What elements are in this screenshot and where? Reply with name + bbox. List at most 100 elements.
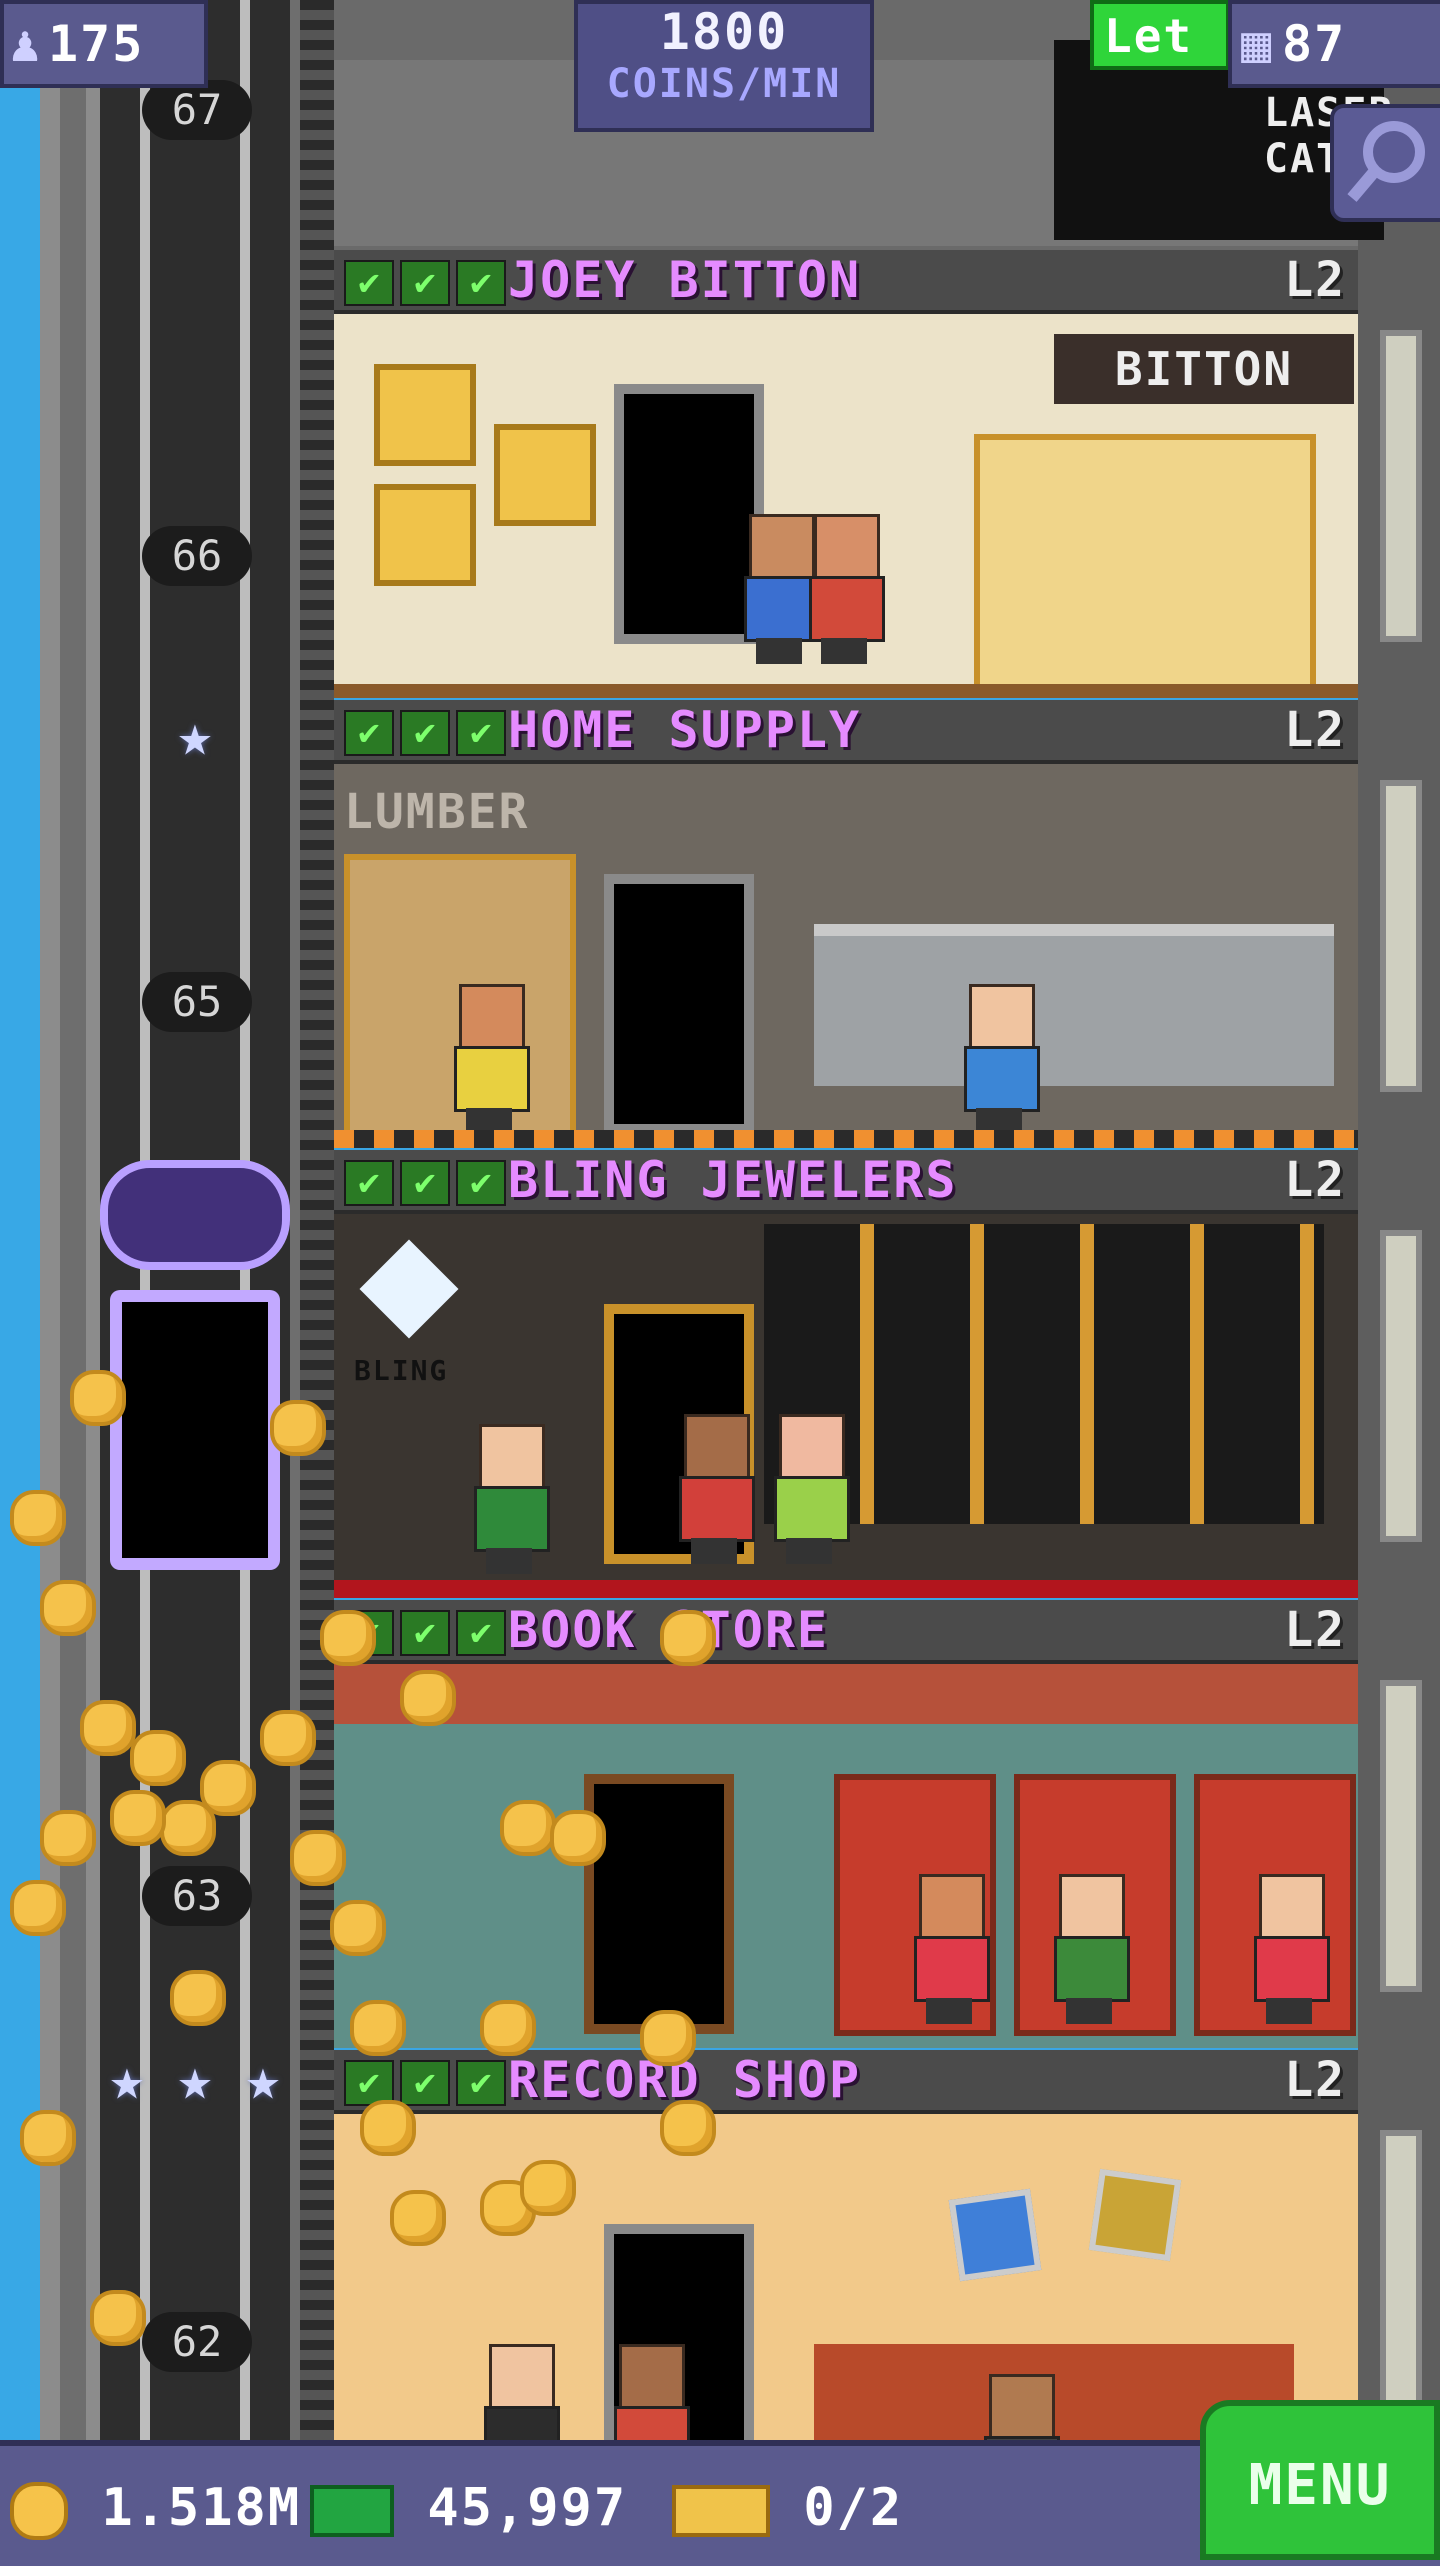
checkmark-icon: ✔ [400, 710, 450, 756]
room-interior[interactable]: BLING [334, 1214, 1358, 1598]
magnifier-icon [1347, 121, 1425, 202]
bitizen[interactable] [454, 984, 530, 1134]
window-slot [1380, 1680, 1422, 1992]
bux-value: 45,997 [427, 2478, 628, 2538]
elevator-car[interactable] [110, 1290, 280, 1570]
floor-header: ✔ ✔ ✔ RECORD SHOP L2 [334, 2050, 1358, 2114]
lets-tag[interactable]: Let [1090, 0, 1230, 70]
population-value: 175 [48, 15, 145, 73]
checkmark-icon: ✔ [456, 1160, 506, 1206]
shaft-ladder [300, 0, 334, 2440]
bitizen[interactable] [614, 2344, 690, 2440]
floor-count-counter[interactable]: ▦ 87 [1228, 0, 1440, 88]
floor-header: ✔ ✔ ✔ HOME SUPPLY L2 [334, 700, 1358, 764]
bitizen[interactable] [744, 514, 820, 664]
coin-rate-value: 1800 [659, 3, 789, 61]
elevator-floor-number[interactable]: 67 [142, 80, 252, 140]
bux-icon [310, 2485, 394, 2537]
tickets-value: 0/2 [803, 2478, 904, 2538]
ticket-icon [672, 2485, 770, 2537]
elevator-floor-number[interactable]: 62 [142, 2312, 252, 2372]
floor-level: L2 [1284, 1152, 1346, 1208]
bitizen[interactable] [774, 1414, 850, 1564]
sky-background [0, 0, 40, 2440]
floor-bling-jewelers[interactable]: ✔ ✔ ✔ BLING JEWELERS L2 BLING [334, 1150, 1358, 1600]
album-frame [948, 2188, 1042, 2282]
bitizen[interactable] [809, 514, 885, 664]
store-sign: LUMBER [344, 784, 530, 840]
room-interior[interactable] [334, 2114, 1358, 2440]
menu-button[interactable]: MENU [1200, 2400, 1440, 2560]
star-icon: ★ [245, 2045, 281, 2113]
bitizen[interactable] [984, 2374, 1060, 2440]
floor-level: L2 [1284, 2052, 1346, 2108]
search-button[interactable] [1330, 104, 1440, 222]
handbag-display [494, 424, 596, 526]
floor-book-store[interactable]: ✔ ✔ ✔ BOOK STORE L2 [334, 1600, 1358, 2050]
floor-level: L2 [1284, 252, 1346, 308]
coins-value: 1.518M [101, 2478, 302, 2538]
people-icon: ♟ [9, 15, 43, 73]
bitizen[interactable] [1054, 1874, 1130, 2024]
bitizen[interactable] [484, 2344, 560, 2440]
diamond-icon [359, 1239, 459, 1339]
checkmark-icon: ✔ [400, 2060, 450, 2106]
bitizen[interactable] [1254, 1874, 1330, 2024]
floor-level: L2 [1284, 702, 1346, 758]
population-counter[interactable]: ♟ 175 [0, 0, 208, 88]
checkmark-icon: ✔ [400, 1610, 450, 1656]
bitizen[interactable] [964, 984, 1040, 1134]
floor-home-supply[interactable]: ✔ ✔ ✔ HOME SUPPLY L2 LUMBER [334, 700, 1358, 1150]
floor-joey-bitton[interactable]: ✔ ✔ ✔ JOEY BITTON L2 BITTON [334, 250, 1358, 700]
room-interior[interactable]: BITTON [334, 314, 1358, 698]
checkmark-icon: ✔ [344, 710, 394, 756]
floor-record-shop[interactable]: ✔ ✔ ✔ RECORD SHOP L2 [334, 2050, 1358, 2440]
handbag-display [374, 484, 476, 586]
window-slot [1380, 2130, 1422, 2442]
floor-header: ✔ ✔ ✔ JOEY BITTON L2 [334, 250, 1358, 314]
star-icon: ★ [177, 701, 213, 769]
floor-name: BLING JEWELERS [508, 1151, 958, 1209]
room-door [604, 874, 754, 1134]
tickets-counter[interactable]: 0/2 [672, 2476, 903, 2540]
checkmark-icon: ✔ [456, 1610, 506, 1656]
vip-elevator-car[interactable] [100, 1160, 290, 1640]
window-slot [1380, 1230, 1422, 1542]
floor-count-value: 87 [1282, 15, 1347, 73]
coin-rate-banner: 1800 COINS/MIN [574, 0, 874, 132]
floor-level: L2 [1284, 1602, 1346, 1658]
checkmark-icon: ✔ [344, 260, 394, 306]
elevator-floor-number[interactable]: 63 [142, 1866, 252, 1926]
floor-name: HOME SUPPLY [508, 701, 862, 759]
elevator-floor-number[interactable]: 65 [142, 972, 252, 1032]
checkmark-icon: ✔ [456, 710, 506, 756]
bitizen[interactable] [474, 1424, 550, 1574]
checkmark-icon: ✔ [456, 2060, 506, 2106]
room-interior[interactable]: LUMBER [334, 764, 1358, 1148]
handbag-display [374, 364, 476, 466]
room-door [584, 1774, 734, 2034]
checkmark-icon: ✔ [400, 1160, 450, 1206]
bitizen[interactable] [914, 1874, 990, 2024]
window-slot [1380, 330, 1422, 642]
checkmark-icon: ✔ [456, 260, 506, 306]
coin-icon [10, 2482, 68, 2540]
elevator-floor-number[interactable]: 66 [142, 526, 252, 586]
checkmark-icon: ✔ [400, 260, 450, 306]
floor-name: JOEY BITTON [508, 251, 862, 309]
star-icon: ★ [109, 2045, 145, 2113]
bitizen[interactable] [679, 1414, 755, 1564]
store-sign: BITTON [1054, 334, 1354, 404]
album-frame [1088, 2168, 1182, 2262]
coin-rate-unit: COINS/MIN [606, 61, 842, 107]
checkmark-icon: ✔ [344, 1160, 394, 1206]
room-interior[interactable] [334, 1664, 1358, 2048]
window-slot [1380, 780, 1422, 1092]
bux-counter[interactable]: 45,997 [310, 2476, 627, 2540]
tool-counter [814, 924, 1334, 1086]
building-icon: ▦ [1240, 15, 1274, 73]
coins-counter[interactable]: 1.518M [10, 2476, 301, 2540]
star-icon: ★ [177, 2045, 213, 2113]
room-door [614, 384, 764, 644]
handbag-shelf [974, 434, 1316, 696]
